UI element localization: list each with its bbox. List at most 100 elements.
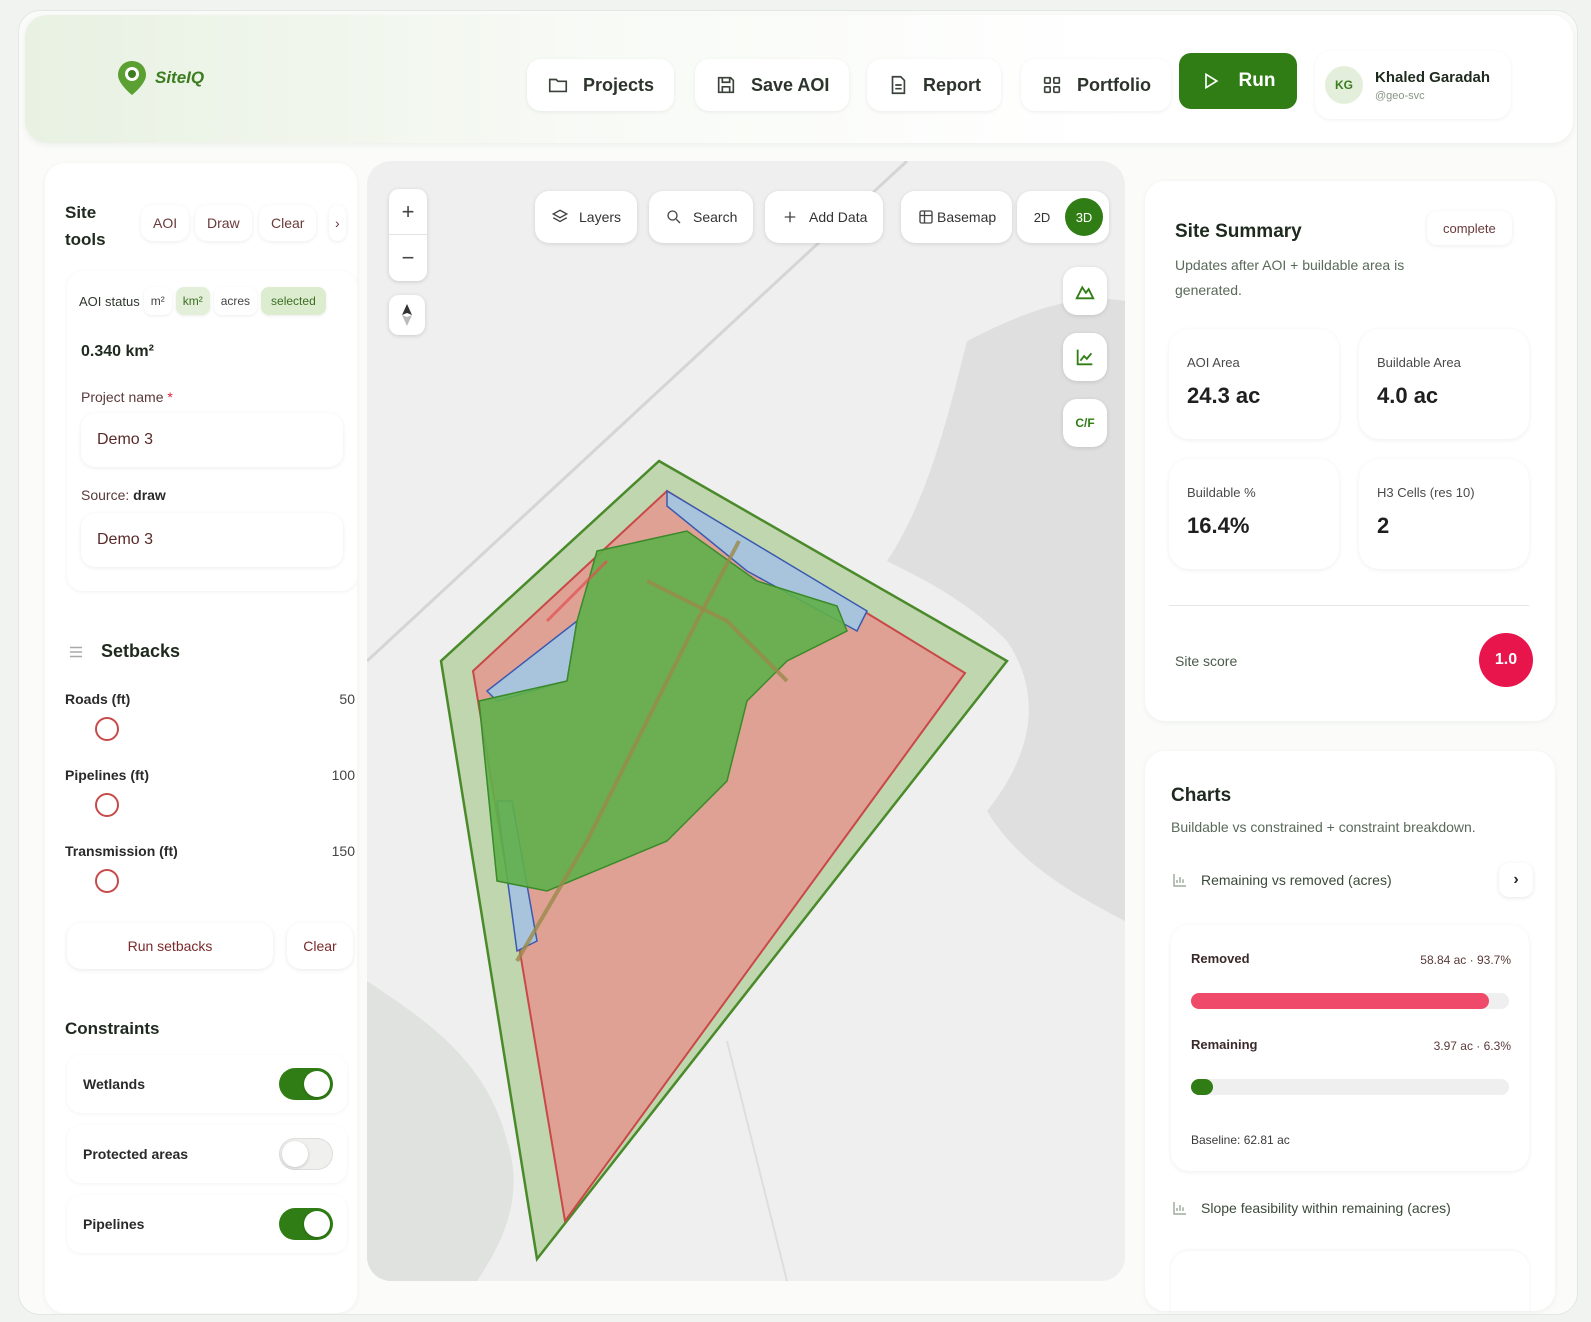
projects-label: Projects bbox=[583, 74, 655, 95]
project-name-label: Project name * bbox=[81, 389, 173, 405]
compass-button[interactable] bbox=[389, 295, 425, 335]
chart2-title: Slope feasibility within remaining (acre… bbox=[1201, 1200, 1451, 1216]
report-button[interactable]: Report bbox=[867, 59, 1001, 111]
site-summary-card: Site Summary Updates after AOI + buildab… bbox=[1145, 181, 1555, 721]
zoom-in-button[interactable]: + bbox=[389, 189, 427, 235]
tool-draw-button[interactable]: Draw bbox=[195, 205, 252, 241]
charts-subtitle: Buildable vs constrained + constraint br… bbox=[1171, 819, 1476, 835]
setbacks-title-text: Setbacks bbox=[101, 641, 181, 661]
chart-tool-button[interactable] bbox=[1063, 333, 1107, 381]
portfolio-label: Portfolio bbox=[1077, 74, 1151, 95]
aoi-card: AOI status m² km² acres selected 0.340 k… bbox=[67, 271, 357, 591]
clear-setbacks-button[interactable]: Clear bbox=[287, 923, 353, 969]
site-summary-subtitle: Updates after AOI + buildable area is ge… bbox=[1175, 257, 1405, 298]
terrain-button[interactable] bbox=[1063, 267, 1107, 315]
units-cf-button[interactable]: C/F bbox=[1063, 399, 1107, 447]
constraint-protected-areas: Protected areas bbox=[67, 1125, 347, 1183]
constraint-protected-areas-toggle[interactable] bbox=[279, 1138, 333, 1170]
layers-button[interactable]: Layers bbox=[535, 191, 638, 243]
site-score-badge: 1.0 bbox=[1479, 633, 1533, 687]
metric-h3-cells: H3 Cells (res 10) 2 bbox=[1359, 459, 1529, 569]
project-name-input[interactable] bbox=[81, 413, 343, 467]
search-icon bbox=[667, 210, 681, 224]
save-aoi-button[interactable]: Save AOI bbox=[695, 59, 850, 111]
user-handle: @geo-svc bbox=[1375, 89, 1425, 102]
grid-icon bbox=[1043, 76, 1061, 94]
map-canvas[interactable]: + − Layers Search Add Data Basemap 2D 3D bbox=[367, 161, 1125, 1281]
setback-pipelines-value: 100 bbox=[331, 767, 355, 783]
setback-transmission-label: Transmission (ft) bbox=[65, 843, 178, 859]
run-setbacks-button[interactable]: Run setbacks bbox=[67, 923, 273, 969]
3d-button[interactable]: 3D bbox=[1065, 198, 1103, 236]
site-score-label: Site score bbox=[1175, 653, 1238, 669]
play-icon bbox=[1204, 72, 1218, 90]
user-menu[interactable]: KG Khaled Garadah @geo-svc bbox=[1315, 51, 1511, 119]
unit-acres-button[interactable]: acres bbox=[213, 287, 258, 315]
line-chart-icon bbox=[1076, 349, 1093, 366]
site-tools-title: Site tools bbox=[65, 203, 106, 249]
metric-label: AOI Area bbox=[1187, 355, 1240, 370]
tools-scroll-right-button[interactable]: › bbox=[329, 205, 346, 241]
aoi-status-row: AOI status m² km² acres selected bbox=[79, 287, 326, 315]
chart1-title: Remaining vs removed (acres) bbox=[1201, 872, 1392, 888]
document-icon bbox=[891, 75, 906, 95]
metric-value: 16.4% bbox=[1187, 513, 1250, 538]
logo[interactable]: SiteIQ bbox=[115, 59, 204, 97]
setback-roads-slider[interactable] bbox=[95, 717, 119, 741]
aoi-status-label: AOI status bbox=[79, 293, 140, 309]
unit-km2-button[interactable]: km² bbox=[175, 287, 210, 315]
tool-aoi-button[interactable]: AOI bbox=[141, 205, 190, 241]
folder-icon bbox=[548, 78, 568, 93]
projects-button[interactable]: Projects bbox=[527, 59, 675, 111]
metric-buildable-percent: Buildable % 16.4% bbox=[1169, 459, 1339, 569]
list-icon bbox=[70, 646, 82, 657]
logo-text: SiteIQ bbox=[155, 68, 205, 87]
source-name-input[interactable] bbox=[81, 513, 343, 567]
layers-label: Layers bbox=[579, 209, 622, 225]
mountain-icon bbox=[1075, 285, 1095, 300]
unit-m2-button[interactable]: m² bbox=[143, 287, 172, 315]
chart-expand-button[interactable]: › bbox=[1499, 863, 1533, 897]
constraint-pipelines-toggle[interactable] bbox=[279, 1208, 333, 1240]
basemap-label: Basemap bbox=[937, 209, 997, 225]
2d-button[interactable]: 2D bbox=[1023, 198, 1061, 236]
metric-value: 24.3 ac bbox=[1187, 383, 1261, 408]
save-icon bbox=[717, 76, 735, 94]
setback-transmission-value: 150 bbox=[331, 843, 355, 859]
baseline-label: Baseline: 62.81 ac bbox=[1191, 1133, 1290, 1147]
layers-icon bbox=[551, 209, 569, 223]
setbacks-title: Setbacks bbox=[67, 641, 180, 662]
road-line-secondary bbox=[726, 1040, 788, 1281]
map-search-button[interactable]: Search bbox=[649, 191, 754, 243]
setback-transmission-slider[interactable] bbox=[95, 869, 119, 893]
setback-pipelines-label: Pipelines (ft) bbox=[65, 767, 150, 783]
bar-chart-icon bbox=[1173, 1202, 1186, 1215]
project-name-label-text: Project name bbox=[81, 389, 164, 405]
run-button[interactable]: Run bbox=[1179, 53, 1297, 109]
bar-fill-removed bbox=[1191, 993, 1489, 1009]
basemap-icon bbox=[919, 210, 933, 224]
report-label: Report bbox=[923, 74, 981, 95]
tool-clear-button[interactable]: Clear bbox=[259, 205, 317, 241]
add-data-button[interactable]: Add Data bbox=[765, 191, 884, 243]
bar-track-removed bbox=[1191, 993, 1509, 1009]
divider bbox=[1169, 605, 1529, 606]
chevron-right-icon: › bbox=[1513, 871, 1519, 888]
terrain-shading bbox=[887, 299, 1125, 922]
portfolio-button[interactable]: Portfolio bbox=[1021, 59, 1171, 111]
terrain-shading-lower bbox=[367, 981, 514, 1281]
metric-label: Buildable Area bbox=[1377, 355, 1461, 370]
setback-pipelines-slider[interactable] bbox=[95, 793, 119, 817]
zoom-out-button[interactable]: − bbox=[389, 235, 427, 281]
add-data-label: Add Data bbox=[809, 209, 868, 225]
constraint-wetlands-toggle[interactable] bbox=[279, 1068, 333, 1100]
chart1-header[interactable]: Remaining vs removed (acres) bbox=[1171, 871, 1392, 889]
metric-label: Buildable % bbox=[1187, 485, 1256, 500]
logo-pin-icon bbox=[118, 61, 146, 95]
source-value: draw bbox=[133, 487, 166, 503]
bar-chart-icon bbox=[1173, 874, 1186, 887]
basemap-button[interactable]: Basemap bbox=[901, 191, 1013, 243]
app-window: SiteIQ Projects Save AOI Report Portfoli… bbox=[18, 10, 1578, 1315]
chart2-header[interactable]: Slope feasibility within remaining (acre… bbox=[1171, 1199, 1451, 1217]
top-header: SiteIQ Projects Save AOI Report Portfoli… bbox=[25, 15, 1573, 143]
